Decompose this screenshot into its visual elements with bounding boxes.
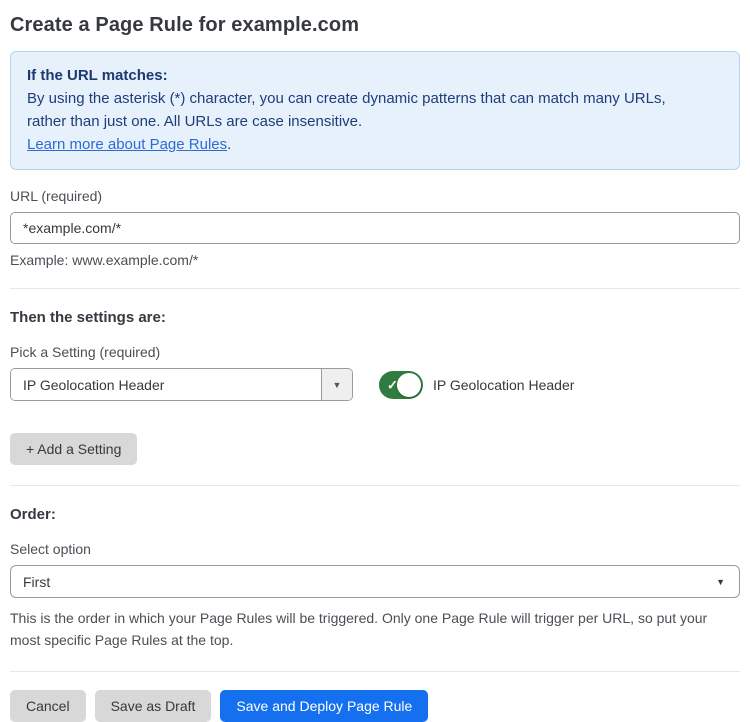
learn-more-link[interactable]: Learn more about Page Rules	[27, 136, 227, 153]
order-select-value: First	[23, 574, 50, 590]
url-field-hint: Example: www.example.com/*	[10, 252, 740, 268]
setting-row: IP Geolocation Header ▼ ✓ IP Geolocation…	[10, 368, 740, 401]
save-and-deploy-button[interactable]: Save and Deploy Page Rule	[220, 690, 428, 722]
chevron-down-icon: ▼	[716, 577, 725, 587]
geolocation-toggle[interactable]: ✓	[379, 371, 423, 399]
url-field-label: URL (required)	[10, 188, 740, 204]
order-select-label: Select option	[10, 541, 740, 557]
setting-select-value: IP Geolocation Header	[11, 369, 321, 400]
divider	[10, 288, 740, 289]
settings-section-heading: Then the settings are:	[10, 309, 740, 326]
toggle-knob	[397, 373, 421, 397]
order-help-text: This is the order in which your Page Rul…	[10, 607, 740, 651]
geolocation-toggle-group: ✓ IP Geolocation Header	[379, 371, 574, 399]
chevron-down-icon: ▼	[333, 380, 342, 390]
url-input[interactable]	[10, 212, 740, 244]
form-actions: Cancel Save as Draft Save and Deploy Pag…	[10, 690, 740, 722]
info-box-link-line: Learn more about Page Rules.	[27, 133, 723, 156]
add-setting-button[interactable]: + Add a Setting	[10, 433, 137, 465]
setting-select-arrow-button[interactable]: ▼	[321, 369, 352, 400]
divider	[10, 671, 740, 672]
url-match-info-box: If the URL matches: By using the asteris…	[10, 51, 740, 170]
divider	[10, 485, 740, 486]
info-box-heading: If the URL matches:	[27, 64, 723, 87]
pick-setting-label: Pick a Setting (required)	[10, 344, 740, 360]
save-as-draft-button[interactable]: Save as Draft	[95, 690, 212, 722]
link-suffix: .	[227, 136, 231, 153]
cancel-button[interactable]: Cancel	[10, 690, 86, 722]
page-title: Create a Page Rule for example.com	[10, 14, 740, 37]
create-page-rule-form: Create a Page Rule for example.com If th…	[0, 0, 750, 722]
toggle-label: IP Geolocation Header	[433, 377, 574, 393]
setting-select[interactable]: IP Geolocation Header ▼	[10, 368, 353, 401]
info-box-body: By using the asterisk (*) character, you…	[27, 87, 687, 133]
order-section-heading: Order:	[10, 506, 740, 523]
order-select[interactable]: First ▼	[10, 565, 740, 598]
